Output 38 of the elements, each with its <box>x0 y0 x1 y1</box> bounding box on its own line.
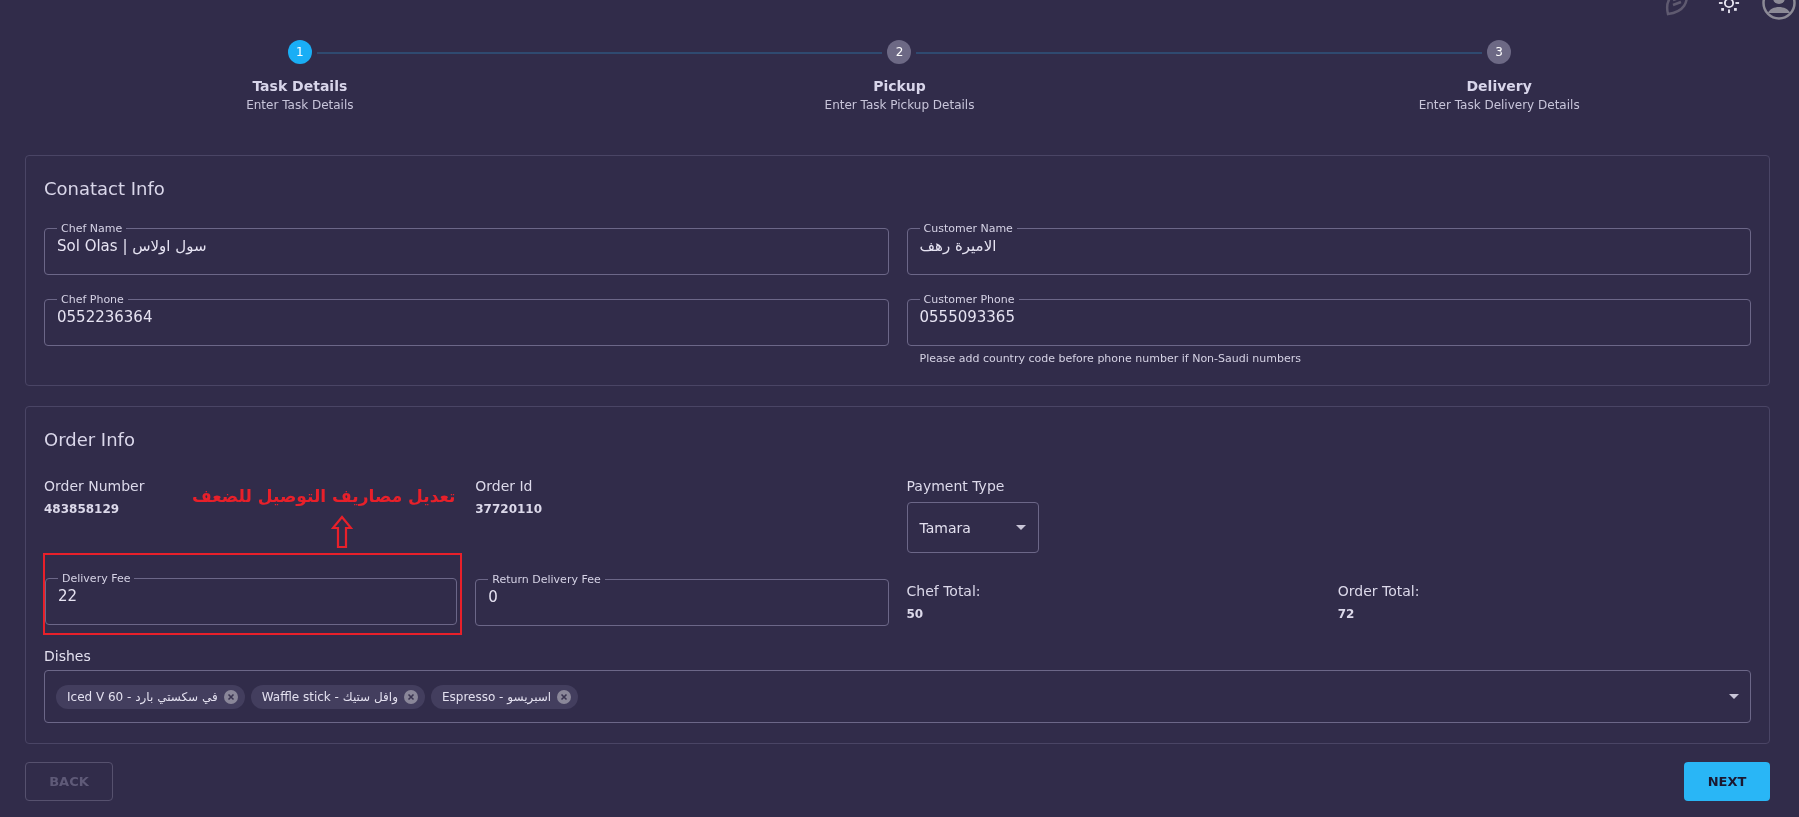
annotation-text: تعديل مصاريف التوصيل للضعف <box>192 486 456 506</box>
info-label: Order Total: <box>1337 583 1420 599</box>
section-title: Order Info <box>44 429 136 450</box>
dishes-select[interactable]: Iced V 60 - في سكستي بارد Waffle stick - وافل ستيك Espresso - اسبريسو <box>44 670 1751 723</box>
info-label: Order Number <box>44 478 145 494</box>
dish-chip[interactable]: Espresso - اسبريسو <box>430 684 579 709</box>
info-value: 50 <box>906 607 924 621</box>
info-value: 37720110 <box>475 502 543 516</box>
dish-chip[interactable]: Iced V 60 - في سكستي بارد <box>56 684 245 709</box>
dishes-label: Dishes <box>44 648 92 664</box>
remove-icon[interactable] <box>557 689 572 704</box>
caret-icon <box>1015 525 1026 530</box>
step-title: Task Details <box>252 78 348 94</box>
step-subtitle: Enter Task Details <box>246 98 354 112</box>
delivery-fee-field[interactable]: Delivery Fee 22 <box>45 572 458 625</box>
arrow-up-icon <box>331 515 353 549</box>
remove-icon[interactable] <box>223 689 238 704</box>
info-label: Chef Total: <box>906 583 981 599</box>
step-subtitle: Enter Task Pickup Details <box>824 98 975 112</box>
step-title: Pickup <box>873 78 926 94</box>
info-value: 72 <box>1337 607 1355 621</box>
return-fee-field[interactable]: Return Delivery Fee 0 <box>475 573 889 626</box>
text-field[interactable]: Chef Phone 0552236364 <box>44 293 889 346</box>
step-subtitle: Enter Task Delivery Details <box>1418 98 1580 112</box>
step-title: Delivery <box>1466 78 1532 94</box>
remove-icon[interactable] <box>403 689 418 704</box>
caret-icon <box>1729 694 1739 699</box>
info-value: 483858129 <box>44 502 120 516</box>
section-title: Conatact Info <box>44 178 166 199</box>
step-number[interactable]: 3 <box>1487 40 1512 64</box>
text-field[interactable]: Customer Phone 0555093365 <box>906 293 1751 346</box>
helper-text: Please add country code before phone number if Non-Saudi numbers <box>919 352 1302 365</box>
payment-select[interactable]: Tamara <box>906 502 1039 553</box>
step-number[interactable]: 2 <box>887 40 912 64</box>
dish-chip[interactable]: Waffle stick - وافل ستيك <box>250 684 425 709</box>
info-label: Payment Type <box>906 478 1005 494</box>
info-label: Order Id <box>475 478 533 494</box>
next-button[interactable]: NEXT <box>1684 762 1770 801</box>
